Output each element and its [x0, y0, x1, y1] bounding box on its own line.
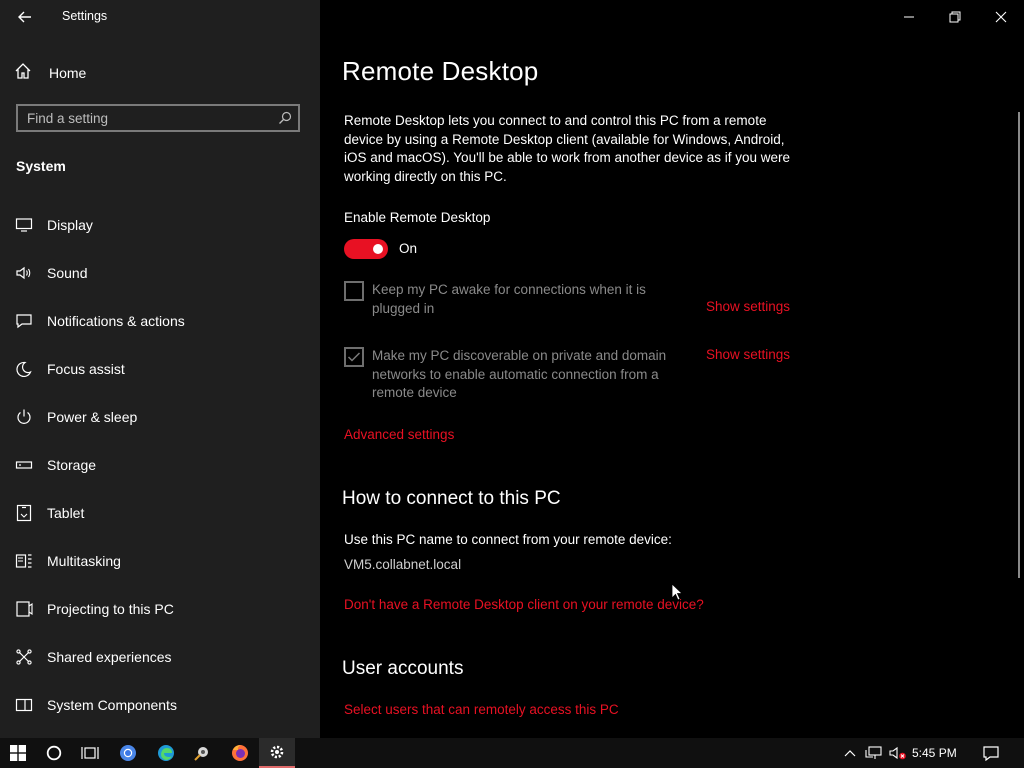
speaker-icon	[14, 263, 34, 283]
sidebar-item-shared-experiences[interactable]: Shared experiences	[14, 645, 172, 669]
system-components-icon	[14, 695, 34, 715]
sidebar-item-multitasking[interactable]: Multitasking	[14, 549, 121, 573]
sidebar-item-projecting[interactable]: Projecting to this PC	[14, 597, 174, 621]
sidebar-item-sound[interactable]: Sound	[14, 261, 87, 285]
sidebar-item-power-sleep[interactable]: Power & sleep	[14, 405, 137, 429]
toggle-knob	[373, 244, 383, 254]
storage-icon	[14, 455, 34, 475]
toggle-state-label: On	[399, 241, 418, 256]
pc-name: VM5.collabnet.local	[344, 557, 462, 572]
action-center-button[interactable]	[980, 738, 1002, 768]
firefox-button[interactable]	[222, 738, 258, 768]
scrollbar[interactable]	[1018, 112, 1020, 578]
connect-instructions: Use this PC name to connect from your re…	[344, 532, 672, 547]
settings-gear-icon	[270, 745, 284, 759]
edge-icon	[158, 745, 174, 761]
back-button[interactable]	[14, 6, 36, 28]
sidebar-item-label: Sound	[47, 265, 88, 281]
network-icon	[865, 746, 882, 759]
sidebar: Settings Home System Display Sound Notif…	[0, 0, 320, 738]
chevron-up-icon	[844, 750, 856, 757]
app-button[interactable]	[184, 738, 220, 768]
sidebar-item-tablet[interactable]: Tablet	[14, 501, 84, 525]
page-description: Remote Desktop lets you connect to and c…	[344, 113, 791, 184]
moon-icon	[14, 359, 34, 379]
home-label: Home	[49, 65, 87, 81]
projecting-icon	[14, 599, 34, 619]
section-title: System	[16, 158, 66, 174]
window-title: Settings	[62, 9, 108, 23]
sidebar-item-label: Shared experiences	[47, 649, 172, 665]
sidebar-item-label: Focus assist	[47, 361, 125, 377]
sidebar-item-storage[interactable]: Storage	[14, 453, 96, 477]
select-users-link[interactable]: Select users that can remotely access th…	[344, 702, 619, 717]
client-download-link[interactable]: Don't have a Remote Desktop client on yo…	[344, 597, 704, 612]
close-icon	[995, 11, 1007, 23]
checkmark-icon	[347, 352, 361, 362]
home-icon	[14, 62, 32, 85]
sidebar-home[interactable]: Home	[14, 62, 86, 84]
user-accounts-heading: User accounts	[342, 658, 464, 679]
sidebar-item-label: Tablet	[47, 505, 85, 521]
network-tray-button[interactable]	[864, 738, 884, 768]
search-icon[interactable]	[272, 111, 298, 125]
taskbar: 5:45 PM	[0, 738, 1024, 768]
restore-icon	[949, 11, 961, 23]
restore-button[interactable]	[932, 4, 978, 30]
enable-label: Enable Remote Desktop	[344, 210, 491, 225]
sidebar-item-label: Projecting to this PC	[47, 601, 174, 617]
page-title: Remote Desktop	[342, 56, 539, 86]
task-view-icon	[81, 747, 99, 759]
notification-icon	[14, 311, 34, 331]
sidebar-item-notifications[interactable]: Notifications & actions	[14, 309, 185, 333]
minimize-icon	[904, 16, 914, 18]
search-box[interactable]	[16, 104, 300, 132]
connect-heading: How to connect to this PC	[342, 488, 561, 509]
shared-experiences-icon	[14, 647, 34, 667]
chrome-icon	[120, 745, 136, 761]
sidebar-item-label: System Components	[47, 697, 177, 713]
show-hidden-icons-button[interactable]	[842, 738, 858, 768]
sidebar-item-focus-assist[interactable]: Focus assist	[14, 357, 125, 381]
start-button[interactable]	[0, 738, 36, 768]
back-arrow-icon	[18, 11, 31, 23]
mouse-cursor-icon	[671, 583, 684, 606]
discoverable-show-settings-link[interactable]: Show settings	[706, 347, 790, 362]
chrome-button[interactable]	[110, 738, 146, 768]
multitasking-icon	[14, 551, 34, 571]
action-center-icon	[983, 746, 999, 761]
taskbar-clock[interactable]: 5:45 PM	[912, 746, 957, 760]
sidebar-item-display[interactable]: Display	[14, 213, 93, 237]
sidebar-item-label: Multitasking	[47, 553, 121, 569]
keep-awake-show-settings-link[interactable]: Show settings	[706, 299, 790, 314]
search-input[interactable]	[18, 105, 272, 131]
tablet-icon	[14, 503, 34, 523]
discoverable-label: Make my PC discoverable on private and d…	[372, 348, 667, 400]
power-icon	[14, 407, 34, 427]
monitor-icon	[14, 215, 34, 235]
sidebar-item-system-components[interactable]: System Components	[14, 693, 177, 717]
volume-tray-button[interactable]	[888, 738, 908, 768]
cortana-icon	[46, 745, 62, 761]
firefox-icon	[232, 745, 248, 761]
task-view-button[interactable]	[72, 738, 108, 768]
remote-desktop-toggle[interactable]	[344, 239, 388, 259]
keep-awake-checkbox[interactable]	[344, 281, 364, 301]
minimize-button[interactable]	[886, 4, 932, 30]
settings-taskbar-button[interactable]	[259, 738, 295, 768]
windows-start-icon	[10, 745, 26, 761]
app-icon	[194, 747, 208, 761]
sidebar-item-label: Storage	[47, 457, 97, 473]
sidebar-item-label: Notifications & actions	[47, 313, 185, 329]
volume-muted-icon	[889, 746, 906, 760]
close-button[interactable]	[978, 4, 1024, 30]
cortana-button[interactable]	[36, 738, 72, 768]
edge-button[interactable]	[148, 738, 184, 768]
keep-awake-label: Keep my PC awake for connections when it…	[372, 282, 646, 316]
discoverable-checkbox[interactable]	[344, 347, 364, 367]
sidebar-item-label: Power & sleep	[47, 409, 138, 425]
advanced-settings-link[interactable]: Advanced settings	[344, 427, 454, 442]
sidebar-item-label: Display	[47, 217, 93, 233]
